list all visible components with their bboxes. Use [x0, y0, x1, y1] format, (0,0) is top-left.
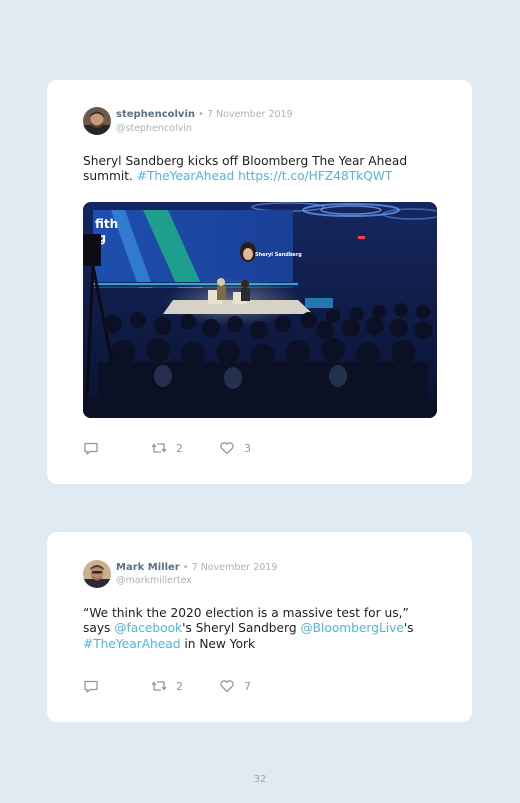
like-action[interactable]: 3 [219, 440, 251, 456]
svg-text:fith: fith [95, 217, 118, 231]
tweet-card: Mark Miller • 7 November 2019 @markmille… [47, 532, 472, 722]
heart-icon [220, 680, 234, 693]
author-handle[interactable]: @markmillertex [116, 575, 192, 586]
avatar[interactable] [83, 107, 111, 135]
reply-icon [84, 680, 98, 693]
author-handle[interactable]: @stephencolvin [116, 123, 192, 134]
tweet-text-body: 's [403, 621, 414, 636]
heart-icon [220, 442, 234, 455]
separator: • [198, 109, 204, 120]
tweet-card: stephencolvin • 7 November 2019 @stephen… [47, 80, 472, 484]
tweet-text-body: in New York [184, 636, 256, 651]
retweet-icon [151, 681, 167, 691]
reply-action[interactable] [83, 440, 99, 456]
tweet-photo[interactable]: fith ng Sheryl Sandberg [83, 202, 437, 418]
retweet-icon [151, 443, 167, 453]
tweet-actions: 2 3 [83, 440, 383, 456]
url-link[interactable]: https://t.co/HFZ48TkQWT [238, 169, 392, 183]
svg-text:Sheryl Sandberg: Sheryl Sandberg [255, 252, 302, 258]
tweet-text-body: 's Sheryl Sandberg [182, 621, 297, 636]
retweet-action[interactable]: 2 [151, 678, 183, 694]
author-line: Mark Miller • 7 November 2019 [116, 562, 277, 573]
author-line: stephencolvin • 7 November 2019 [116, 109, 293, 120]
page-number: 32 [253, 774, 267, 785]
tweet-actions: 2 7 [83, 678, 383, 694]
retweet-action[interactable]: 2 [151, 440, 183, 456]
hashtag-link[interactable]: #TheYearAhead [137, 169, 234, 183]
reply-icon [84, 442, 98, 455]
separator: • [182, 562, 189, 573]
author-name[interactable]: stephencolvin [116, 109, 195, 120]
retweet-count: 2 [176, 679, 183, 693]
avatar[interactable] [83, 560, 111, 588]
tweet-text: “We think the 2020 election is a massive… [83, 606, 433, 652]
author-name[interactable]: Mark Miller [116, 562, 180, 573]
like-count: 3 [244, 441, 251, 455]
like-count: 7 [244, 679, 251, 693]
mention-link[interactable]: @facebook [114, 621, 182, 635]
hashtag-link[interactable]: #TheYearAhead [83, 637, 180, 651]
like-action[interactable]: 7 [219, 678, 251, 694]
mention-link[interactable]: @BloombergLive [300, 621, 403, 635]
tweet-date[interactable]: 7 November 2019 [192, 562, 278, 573]
retweet-count: 2 [176, 441, 183, 455]
tweet-text: Sheryl Sandberg kicks off Bloomberg The … [83, 154, 433, 185]
tweet-date[interactable]: 7 November 2019 [207, 109, 293, 120]
reply-action[interactable] [83, 678, 99, 694]
